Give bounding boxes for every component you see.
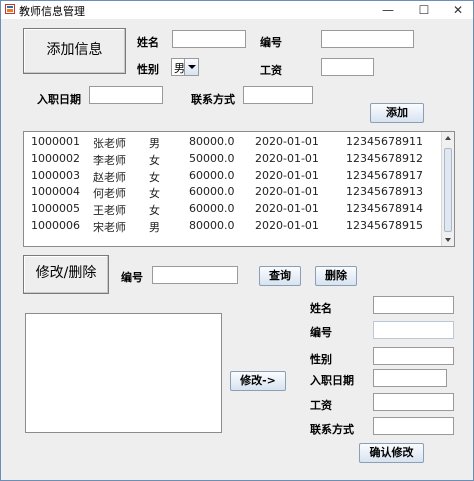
list-item[interactable]: 1000005 王老师 女 60000.0 2020-01-01 12345678914 — [24, 202, 442, 219]
list-cell-date: 2020-01-01 — [255, 219, 319, 232]
list-cell-gender: 男 — [149, 221, 160, 234]
arrow-up-icon — [445, 136, 451, 140]
scroll-up-button[interactable] — [442, 132, 454, 144]
query-id-label: 编号 — [121, 271, 143, 284]
query-button[interactable]: 查询 — [259, 266, 301, 286]
window-title: 教师信息管理 — [19, 5, 85, 18]
list-cell-date: 2020-01-01 — [255, 135, 319, 148]
list-cell-date: 2020-01-01 — [255, 202, 319, 216]
edit-hire-date-label: 入职日期 — [310, 374, 354, 387]
list-cell-phone: 12345678912 — [346, 151, 423, 165]
scroll-thumb[interactable] — [444, 148, 452, 232]
list-cell-salary: 80000.0 — [189, 219, 235, 232]
contact-input[interactable] — [243, 86, 313, 104]
list-scrollbar[interactable] — [441, 132, 454, 246]
add-button[interactable]: 添加 — [370, 103, 424, 123]
list-cell-gender: 男 — [149, 137, 160, 150]
java-app-icon — [5, 4, 15, 14]
list-cell-id: 1000003 — [31, 168, 80, 182]
list-cell-gender: 女 — [149, 204, 160, 218]
list-cell-name: 李老师 — [93, 153, 126, 167]
list-cell-name: 张老师 — [93, 137, 126, 150]
name-label: 姓名 — [137, 36, 159, 49]
list-cell-name: 王老师 — [93, 204, 126, 218]
delete-button[interactable]: 删除 — [315, 266, 357, 286]
list-item[interactable]: 1000003 赵老师 女 60000.0 2020-01-01 12345678917 — [24, 169, 442, 186]
teacher-list[interactable]: 1000001 张老师男 80000.0 2020-01-01 12345678911 1… — [23, 131, 455, 247]
edit-name-label: 姓名 — [310, 302, 332, 315]
title-bar[interactable]: 教师信息管理 — ☐ ✕ — [1, 1, 473, 19]
salary-input[interactable] — [321, 58, 374, 76]
edit-name-input[interactable] — [373, 296, 454, 314]
maximize-button[interactable]: ☐ — [409, 1, 439, 19]
edit-salary-input[interactable] — [373, 393, 454, 411]
close-button[interactable]: ✕ — [443, 1, 473, 19]
modify-button[interactable]: 修改-> — [230, 371, 286, 391]
list-cell-name: 宋老师 — [93, 221, 126, 234]
query-result-area[interactable] — [25, 313, 222, 433]
list-cell-phone: 12345678917 — [346, 168, 423, 182]
list-cell-salary: 50000.0 — [189, 151, 235, 165]
list-cell-phone: 12345678914 — [346, 202, 423, 216]
list-cell-id: 1000002 — [31, 151, 80, 165]
list-cell-salary: 60000.0 — [189, 202, 235, 216]
confirm-modify-button[interactable]: 确认修改 — [359, 443, 424, 463]
edit-salary-label: 工资 — [310, 399, 332, 412]
list-cell-name: 赵老师 — [93, 170, 126, 184]
list-cell-phone: 12345678911 — [346, 135, 423, 148]
arrow-down-icon — [445, 238, 451, 242]
hire-date-label: 入职日期 — [37, 93, 81, 106]
query-id-input[interactable] — [152, 266, 238, 284]
gender-label: 性别 — [137, 63, 159, 76]
gender-select[interactable]: 男 — [171, 58, 199, 76]
scroll-down-button[interactable] — [442, 234, 454, 246]
edit-id-label: 编号 — [310, 326, 332, 339]
edit-gender-label: 性别 — [310, 353, 332, 366]
add-info-heading: 添加信息 — [23, 28, 126, 74]
edit-contact-input[interactable] — [373, 417, 454, 435]
list-cell-salary: 80000.0 — [189, 135, 235, 148]
contact-label: 联系方式 — [191, 93, 235, 106]
list-cell-id: 1000006 — [31, 219, 80, 232]
dropdown-button[interactable] — [184, 59, 198, 75]
list-cell-id: 1000004 — [31, 185, 80, 199]
list-cell-phone: 12345678915 — [346, 219, 423, 232]
id-input[interactable] — [321, 30, 414, 48]
list-item[interactable]: 1000001 张老师 男 80000.0 2020-01-01 12345678911 — [24, 135, 442, 152]
list-item[interactable]: 1000002 李老师 女 50000.0 2020-01-01 12345678912 — [24, 152, 442, 169]
main-window: 教师信息管理 — ☐ ✕ 添加信息 姓名 编号 性别 男 工资 入职日期 联系方… — [0, 0, 474, 481]
list-cell-id: 1000005 — [31, 202, 80, 216]
salary-label: 工资 — [260, 64, 282, 77]
list-cell-salary: 60000.0 — [189, 168, 235, 182]
list-cell-date: 2020-01-01 — [255, 168, 319, 182]
list-cell-id: 1000001 — [31, 135, 80, 148]
list-cell-date: 2020-01-01 — [255, 185, 319, 199]
list-cell-gender: 女 — [149, 153, 160, 167]
edit-contact-label: 联系方式 — [310, 423, 354, 436]
name-input[interactable] — [172, 30, 246, 48]
edit-gender-input[interactable] — [373, 347, 454, 365]
list-item[interactable]: 1000006 宋老师 男 80000.0 2020-01-01 12345678915 — [24, 219, 442, 236]
chevron-down-icon — [188, 65, 196, 69]
list-cell-salary: 60000.0 — [189, 185, 235, 199]
edit-id-input — [373, 321, 454, 339]
list-cell-gender: 女 — [149, 187, 160, 201]
list-item[interactable]: 1000004 何老师 女 60000.0 2020-01-01 12345678913 — [24, 185, 442, 202]
list-cell-phone: 12345678913 — [346, 185, 423, 199]
edit-delete-heading: 修改/删除 — [23, 255, 109, 294]
list-cell-gender: 女 — [149, 170, 160, 184]
list-cell-name: 何老师 — [93, 187, 126, 201]
edit-hire-date-input[interactable] — [373, 369, 447, 387]
id-label: 编号 — [260, 36, 282, 49]
hire-date-input[interactable] — [89, 86, 163, 104]
minimize-button[interactable]: — — [373, 1, 403, 19]
list-cell-date: 2020-01-01 — [255, 151, 319, 165]
